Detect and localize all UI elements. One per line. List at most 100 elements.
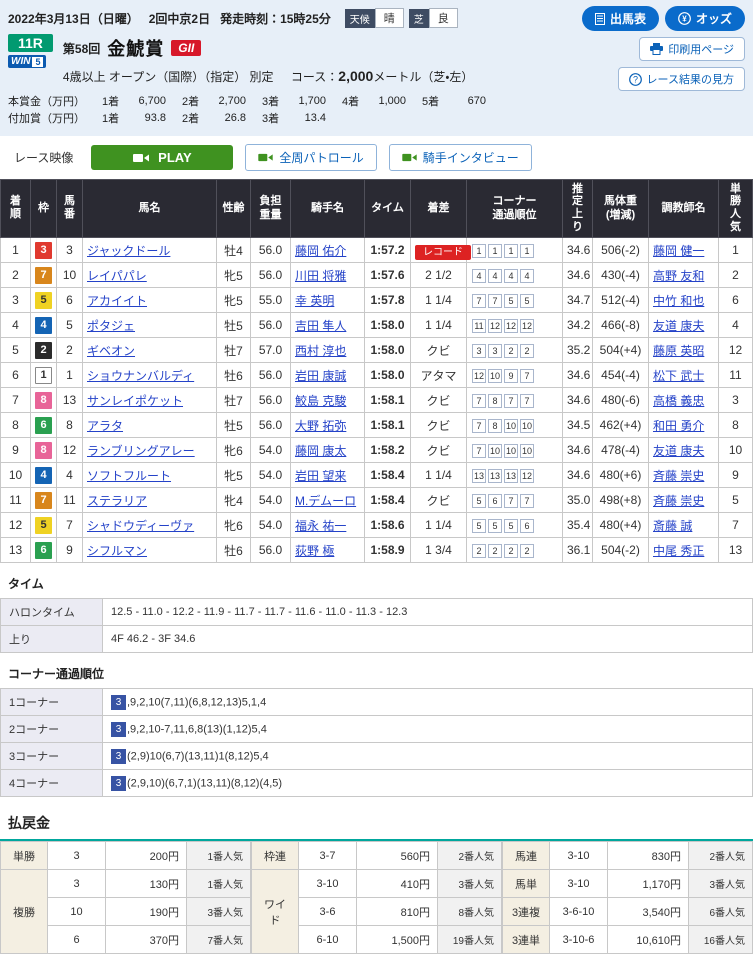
- race-name: 金鯱賞: [107, 35, 164, 61]
- jockey-name-link[interactable]: 岩田 康誠: [295, 369, 346, 383]
- interview-button[interactable]: 騎手インタビュー: [389, 144, 532, 171]
- race-number-column: 11R WIN5: [8, 34, 53, 68]
- horse-name-link[interactable]: ランブリングアレー: [87, 444, 195, 458]
- trainer-name-link[interactable]: 藤原 英昭: [653, 344, 704, 358]
- corner-position-box: 8: [488, 419, 502, 433]
- horse-name-link[interactable]: ショウナンバルディ: [87, 369, 194, 383]
- corner-position-box: 4: [504, 269, 518, 283]
- corner-position-box: 6: [488, 494, 502, 508]
- payout-amount: 10,610円: [608, 926, 689, 954]
- margin-cell: クビ: [411, 488, 467, 513]
- trainer-name-link[interactable]: 高野 友和: [653, 269, 704, 283]
- grade-badge: GII: [171, 40, 201, 56]
- trainer-name-link[interactable]: 和田 勇介: [653, 419, 704, 433]
- trainer-name-link[interactable]: 中竹 和也: [653, 294, 704, 308]
- last-3f-cell: 34.6: [563, 463, 593, 488]
- prize-value: 1,700: [290, 95, 342, 107]
- header-pill-row: 出馬表 ¥ オッズ: [582, 6, 745, 31]
- trainer-name-link[interactable]: 高橋 義忠: [653, 394, 704, 408]
- print-button[interactable]: 印刷用ページ: [639, 37, 745, 61]
- payout-popularity: 1番人気: [187, 842, 251, 870]
- horse-name-link[interactable]: シフルマン: [87, 544, 147, 558]
- prize-place-label: 5着: [422, 93, 450, 109]
- trainer-name-link[interactable]: 斎藤 誠: [653, 519, 692, 533]
- jockey-name-link[interactable]: 西村 淳也: [295, 344, 346, 358]
- trainer-name-link[interactable]: 藤岡 健一: [653, 244, 704, 258]
- trainer-name-link[interactable]: 斉藤 崇史: [653, 469, 704, 483]
- win-popularity-cell: 3: [719, 388, 753, 413]
- horse-number-cell: 11: [57, 488, 83, 513]
- jockey-name-link[interactable]: 川田 将雅: [295, 269, 346, 283]
- trainer-name-link[interactable]: 斉藤 崇史: [653, 494, 704, 508]
- corner-position-box: 12: [488, 319, 502, 333]
- column-header-pos: 着順: [1, 180, 31, 238]
- kv-row-label: 3コーナー: [1, 743, 103, 770]
- corner-position-box: 2: [504, 544, 518, 558]
- trainer-name-cell: 友道 康夫: [649, 438, 719, 463]
- jockey-name-link[interactable]: 荻野 極: [295, 544, 334, 558]
- entries-button[interactable]: 出馬表: [582, 6, 659, 31]
- kv-row-label: 2コーナー: [1, 716, 103, 743]
- carried-weight-cell: 56.0: [251, 388, 291, 413]
- odds-button-label: オッズ: [696, 10, 732, 27]
- finish-position-cell: 11: [1, 488, 31, 513]
- payout-combination: 3: [48, 870, 106, 898]
- horse-name-link[interactable]: ポタジェ: [87, 319, 135, 333]
- sex-age-cell: 牝5: [217, 263, 251, 288]
- horse-number-cell: 9: [57, 538, 83, 563]
- payout-popularity: 19番人気: [438, 926, 502, 954]
- trainer-name-link[interactable]: 松下 武士: [653, 369, 704, 383]
- horse-name-link[interactable]: ジャックドール: [87, 244, 170, 258]
- payout-popularity: 3番人気: [438, 870, 502, 898]
- horse-name-link[interactable]: レイパパレ: [87, 269, 147, 283]
- odds-button[interactable]: ¥ オッズ: [665, 6, 745, 31]
- start-time: 発走時刻：15時25分: [220, 10, 331, 27]
- prize-value: 1,000: [370, 95, 422, 107]
- final-time-cell: 1:58.1: [365, 413, 411, 438]
- payout-popularity: 7番人気: [187, 926, 251, 954]
- trainer-name-link[interactable]: 友道 康夫: [653, 319, 704, 333]
- jockey-name-link[interactable]: 幸 英明: [295, 294, 334, 308]
- corner-position-box: 13: [472, 469, 486, 483]
- jockey-name-link[interactable]: 岩田 望来: [295, 469, 346, 483]
- payout-combination: 3-10: [299, 870, 357, 898]
- finish-position-cell: 6: [1, 363, 31, 388]
- trainer-name-link[interactable]: 友道 康夫: [653, 444, 704, 458]
- bet-type-label: 馬単: [503, 870, 550, 898]
- last-3f-cell: 35.0: [563, 488, 593, 513]
- jockey-name-link[interactable]: 藤岡 康太: [295, 444, 346, 458]
- corner-position-box: 2: [520, 544, 534, 558]
- race-number-badge: 11R: [8, 34, 53, 52]
- jockey-name-link[interactable]: 大野 拓弥: [295, 419, 346, 433]
- horse-name-link[interactable]: アカイイト: [87, 294, 147, 308]
- horse-name-link[interactable]: ステラリア: [87, 494, 147, 508]
- trainer-name-link[interactable]: 中尾 秀正: [653, 544, 704, 558]
- leader-horse-number: 3: [111, 776, 126, 791]
- frame-number-cell: 2: [31, 338, 57, 363]
- horse-name-cell: レイパパレ: [83, 263, 217, 288]
- time-table: ハロンタイム12.5 - 11.0 - 12.2 - 11.9 - 11.7 -…: [0, 598, 753, 653]
- frame-number-cell: 4: [31, 463, 57, 488]
- horse-name-link[interactable]: ソフトフルート: [87, 469, 171, 483]
- weather-label: 天候: [345, 9, 375, 28]
- frame-number-cell: 3: [31, 238, 57, 263]
- play-button[interactable]: PLAY: [91, 145, 233, 170]
- horse-name-link[interactable]: シャドウディーヴァ: [87, 519, 194, 533]
- interview-button-label: 騎手インタビュー: [423, 149, 519, 166]
- horse-name-link[interactable]: アラタ: [87, 419, 123, 433]
- jockey-name-link[interactable]: 鮫島 克駿: [295, 394, 346, 408]
- jockey-name-link[interactable]: 藤岡 佑介: [295, 244, 346, 258]
- horse-name-link[interactable]: サンレイポケット: [87, 394, 183, 408]
- corner-positions-cell: 121097: [467, 363, 563, 388]
- guide-button[interactable]: ? レース結果の見方: [618, 67, 745, 91]
- horse-name-link[interactable]: ギベオン: [87, 344, 135, 358]
- jockey-name-link[interactable]: 福永 祐一: [295, 519, 346, 533]
- patrol-button[interactable]: 全周パトロール: [245, 144, 376, 171]
- result-row: 11711ステラリア牝454.0M.デムーロ1:58.4クビ567735.049…: [1, 488, 753, 513]
- frame-badge: 8: [35, 442, 52, 459]
- horse-number-cell: 8: [57, 413, 83, 438]
- jockey-name-link[interactable]: M.デムーロ: [295, 494, 356, 508]
- race-conditions-text: 4歳以上 オープン（国際）（指定） 別定: [63, 70, 274, 84]
- jockey-name-link[interactable]: 吉田 隼人: [295, 319, 346, 333]
- prize-place-label: 1着: [102, 93, 130, 109]
